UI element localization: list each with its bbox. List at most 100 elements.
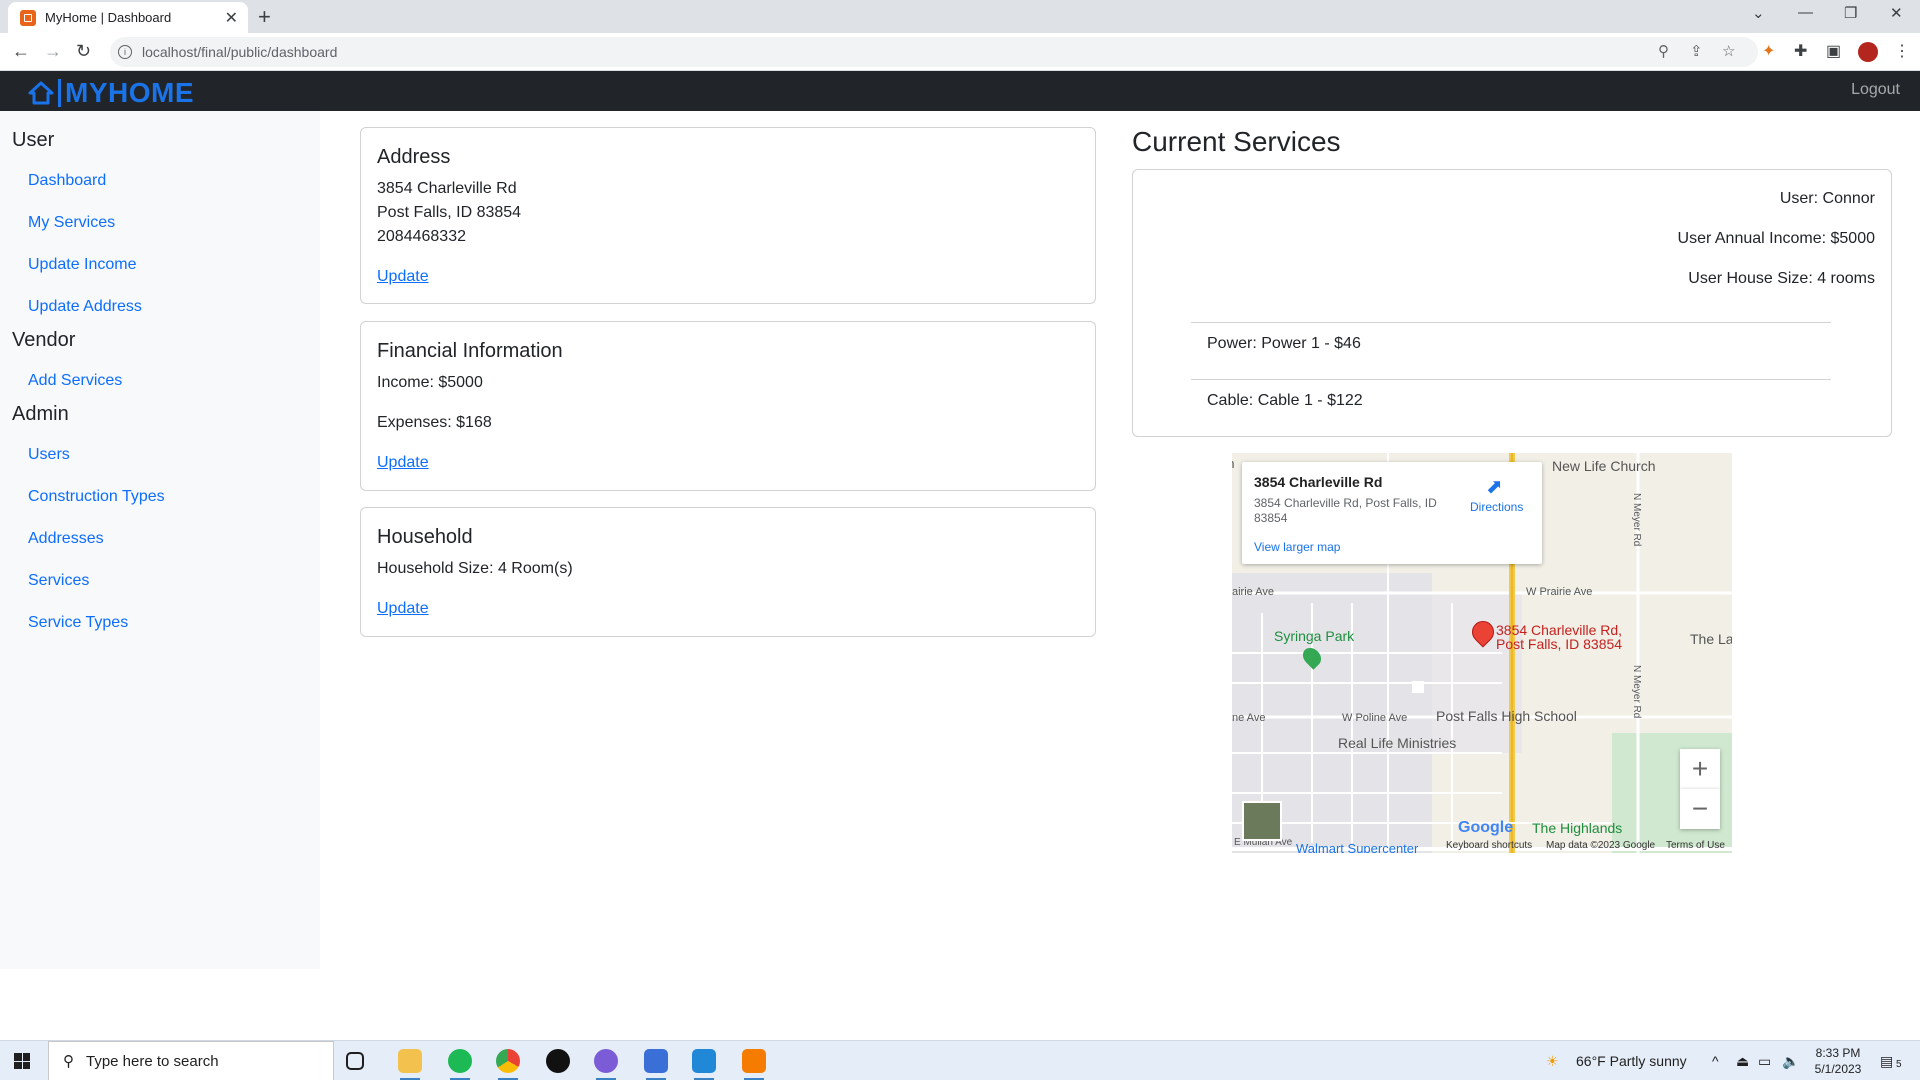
volume-icon[interactable]: 🔈 bbox=[1782, 1053, 1799, 1070]
google-map[interactable]: 3854 Charleville Rd 3854 Charleville Rd,… bbox=[1232, 453, 1732, 853]
terms-of-use-link[interactable]: Terms of Use bbox=[1666, 840, 1725, 851]
sidebar-item-services[interactable]: Services bbox=[28, 572, 89, 590]
financial-card-title: Financial Information bbox=[377, 340, 563, 362]
unreal-icon[interactable] bbox=[546, 1049, 570, 1073]
zoom-out-button[interactable]: − bbox=[1680, 789, 1720, 829]
brand-logo[interactable]: MYHOME bbox=[28, 77, 194, 109]
address-bar[interactable]: i localhost/final/public/dashboard bbox=[110, 37, 1758, 67]
sidebar-item-addresses[interactable]: Addresses bbox=[28, 530, 104, 548]
keyboard-shortcuts-link[interactable]: Keyboard shortcuts bbox=[1446, 840, 1532, 851]
clock-time: 8:33 PM bbox=[1815, 1046, 1861, 1060]
task-view-icon[interactable] bbox=[346, 1052, 364, 1070]
browser-tab-bar: MyHome | Dashboard ✕ + ⌄ — ❐ ✕ bbox=[0, 0, 1920, 33]
google-logo: Google bbox=[1458, 819, 1514, 836]
map-edge-text: en bbox=[1232, 456, 1234, 471]
sidebar-heading-vendor: Vendor bbox=[12, 329, 76, 351]
discord-icon[interactable] bbox=[594, 1049, 618, 1080]
map-data-text: Map data ©2023 Google bbox=[1546, 840, 1656, 851]
usb-icon[interactable]: ⏏ bbox=[1736, 1053, 1749, 1070]
map-place-new-life-church: New Life Church bbox=[1552, 458, 1656, 474]
sidebar-item-users[interactable]: Users bbox=[28, 446, 70, 464]
bookmark-star-icon[interactable]: ☆ bbox=[1722, 42, 1735, 60]
map-place-the-la: The La bbox=[1690, 631, 1732, 647]
household-card: Household Household Size: 4 Room(s) Upda… bbox=[360, 507, 1096, 637]
house-icon bbox=[28, 81, 54, 105]
financial-card: Financial Information Income: $5000 Expe… bbox=[360, 321, 1096, 491]
tab-search-icon[interactable]: ⌄ bbox=[1752, 4, 1765, 22]
xampp-icon[interactable] bbox=[742, 1049, 766, 1080]
powershell-icon[interactable] bbox=[644, 1049, 668, 1080]
minimize-icon[interactable]: — bbox=[1798, 4, 1813, 21]
map-place-syringa-park: Syringa Park bbox=[1274, 628, 1355, 644]
logout-link[interactable]: Logout bbox=[1851, 81, 1900, 99]
address-line1: 3854 Charleville Rd bbox=[377, 180, 517, 197]
vscode-icon[interactable] bbox=[692, 1049, 716, 1080]
file-explorer-icon[interactable] bbox=[398, 1049, 422, 1080]
share-icon[interactable]: ⇪ bbox=[1690, 42, 1703, 60]
taskbar-search-box[interactable]: ⚲ Type here to search bbox=[48, 1041, 334, 1080]
browser-tab[interactable]: MyHome | Dashboard ✕ bbox=[8, 2, 248, 33]
map-info-window: 3854 Charleville Rd 3854 Charleville Rd,… bbox=[1242, 462, 1542, 564]
sidebar-item-add-services[interactable]: Add Services bbox=[28, 372, 122, 390]
location-icon[interactable]: ⚲ bbox=[1658, 42, 1669, 60]
reload-icon[interactable]: ↻ bbox=[76, 41, 91, 62]
directions-icon[interactable]: ⬈ bbox=[1486, 474, 1503, 499]
back-icon[interactable]: ← bbox=[12, 41, 30, 62]
weather-icon[interactable]: ☀ bbox=[1546, 1053, 1559, 1070]
sidebar-item-update-address[interactable]: Update Address bbox=[28, 298, 142, 316]
weather-text[interactable]: 66°F Partly sunny bbox=[1576, 1053, 1687, 1069]
address-card-title: Address bbox=[377, 146, 451, 168]
tray-chevron-icon[interactable]: ^ bbox=[1712, 1053, 1719, 1069]
new-tab-icon[interactable]: + bbox=[258, 4, 271, 30]
forward-icon[interactable]: → bbox=[44, 41, 62, 62]
household-size-text: Household Size: 4 Room(s) bbox=[377, 560, 573, 577]
restore-icon[interactable]: ❐ bbox=[1844, 4, 1857, 22]
current-services-title: Current Services bbox=[1132, 126, 1341, 157]
street-w-poline: W Poline Ave bbox=[1342, 712, 1408, 724]
sidebar-item-dashboard[interactable]: Dashboard bbox=[28, 172, 106, 190]
household-update-link[interactable]: Update bbox=[377, 600, 429, 618]
tab-title: MyHome | Dashboard bbox=[45, 10, 172, 25]
service-list-item: Power: Power 1 - $46 bbox=[1191, 322, 1831, 379]
service-income-text: User Annual Income: $5000 bbox=[1677, 230, 1875, 247]
windows-start-icon[interactable] bbox=[14, 1053, 30, 1069]
metamask-icon[interactable]: ✦ bbox=[1762, 41, 1775, 61]
street-n-meyer-2: N Meyer Rd bbox=[1631, 665, 1642, 719]
street-w-prairie: W Prairie Ave bbox=[1526, 586, 1593, 598]
address-update-link[interactable]: Update bbox=[377, 268, 429, 286]
sidebar-item-my-services[interactable]: My Services bbox=[28, 214, 115, 232]
satellite-toggle[interactable] bbox=[1242, 801, 1282, 841]
network-icon[interactable]: ▭ bbox=[1758, 1053, 1771, 1070]
view-larger-map-link[interactable]: View larger map bbox=[1254, 540, 1340, 554]
service-house-size-text: User House Size: 4 rooms bbox=[1688, 270, 1875, 287]
chrome-icon[interactable] bbox=[496, 1049, 520, 1080]
extensions-icon[interactable]: ✚ bbox=[1794, 41, 1807, 61]
sidebar-item-construction-types[interactable]: Construction Types bbox=[28, 488, 165, 506]
map-place-post-falls-hs: Post Falls High School bbox=[1436, 708, 1577, 724]
sidebar-item-service-types[interactable]: Service Types bbox=[28, 614, 128, 632]
zoom-in-button[interactable]: + bbox=[1680, 749, 1720, 789]
brand-divider bbox=[58, 79, 61, 107]
map-popup-address: 3854 Charleville Rd, Post Falls, ID 8385… bbox=[1254, 496, 1437, 525]
map-place-walmart: Walmart Supercenter bbox=[1296, 841, 1419, 853]
clock-date: 5/1/2023 bbox=[1814, 1062, 1862, 1076]
sidebar: User Dashboard My Services Update Income… bbox=[0, 111, 320, 969]
taskbar-clock[interactable]: 8:33 PM 5/1/2023 bbox=[1810, 1045, 1866, 1077]
financial-update-link[interactable]: Update bbox=[377, 454, 429, 472]
service-item-cable: Cable: Cable 1 - $122 bbox=[1207, 392, 1363, 409]
address-line2: Post Falls, ID 83854 bbox=[377, 204, 522, 221]
close-window-icon[interactable]: ✕ bbox=[1890, 4, 1903, 22]
side-panel-icon[interactable]: ▣ bbox=[1826, 41, 1841, 61]
site-info-icon[interactable]: i bbox=[118, 45, 132, 59]
windows-taskbar: ⚲ Type here to search ☀ 66°F Partly sunn… bbox=[0, 1040, 1920, 1080]
address-phone: 2084468332 bbox=[377, 228, 466, 245]
street-prairie-left: airie Ave bbox=[1232, 586, 1274, 598]
directions-link[interactable]: Directions bbox=[1470, 500, 1523, 514]
address-card: Address 3854 Charleville Rd Post Falls, … bbox=[360, 127, 1096, 304]
menu-kebab-icon[interactable]: ⋮ bbox=[1894, 41, 1910, 61]
sidebar-item-update-income[interactable]: Update Income bbox=[28, 256, 137, 274]
notifications-icon[interactable]: ▤ bbox=[1880, 1053, 1893, 1070]
spotify-icon[interactable] bbox=[448, 1049, 472, 1080]
close-tab-icon[interactable]: ✕ bbox=[225, 8, 238, 28]
profile-avatar[interactable] bbox=[1858, 42, 1878, 62]
